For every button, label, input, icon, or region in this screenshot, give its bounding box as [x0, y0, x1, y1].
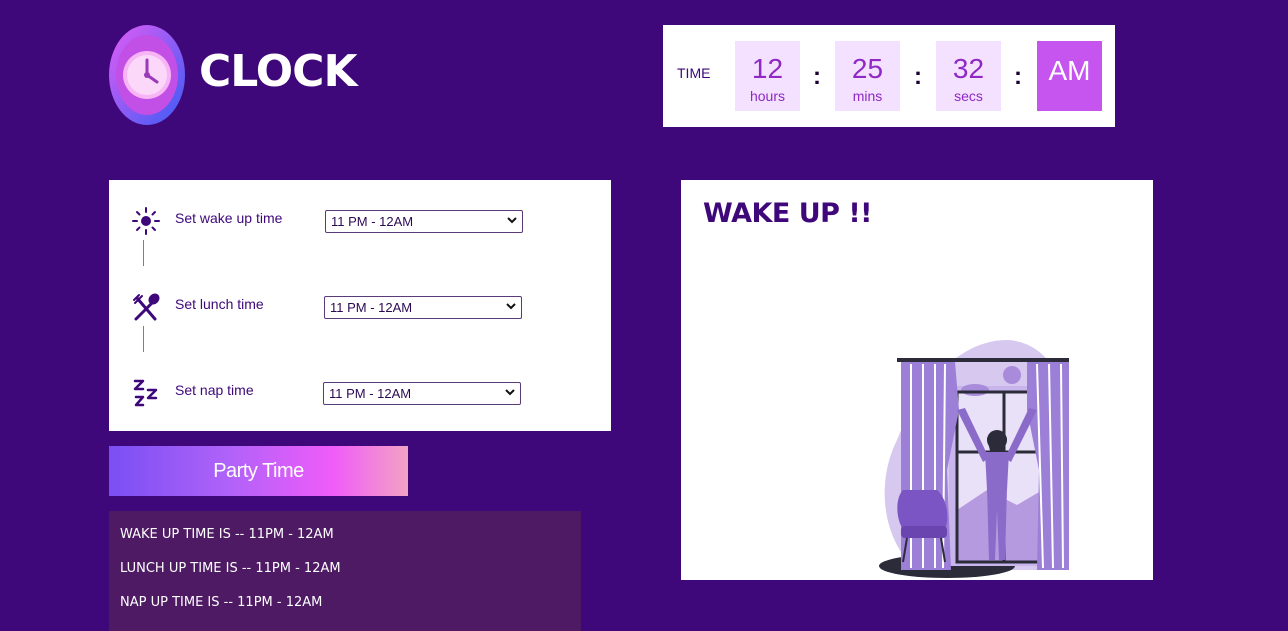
separator: :	[1014, 63, 1022, 90]
fork-spoon-icon	[131, 292, 161, 322]
chevron-down-icon	[507, 217, 517, 224]
lunch-time-value: 11 PM - 12AM	[330, 300, 413, 315]
lunch-row: Set lunch time 11 PM - 12AM	[109, 286, 611, 322]
wake-up-time-select[interactable]: 11 PM - 12AM	[325, 210, 523, 233]
minutes-unit: mins	[852, 88, 883, 104]
nap-label: Set nap time	[175, 382, 254, 398]
lunch-time-select[interactable]: 11 PM - 12AM	[324, 296, 522, 319]
separator: :	[914, 63, 922, 90]
nap-time-select[interactable]: 11 PM - 12AM	[323, 382, 521, 405]
alarm-clock-icon	[108, 24, 188, 126]
app-title: CLOCK	[199, 46, 358, 97]
wake-up-summary: WAKE UP TIME IS -- 11PM - 12AM	[120, 527, 334, 542]
sleep-zzz-icon	[131, 378, 161, 408]
time-label: TIME	[677, 65, 711, 81]
am-pm-indicator: AM	[1037, 41, 1102, 111]
message-panel: WAKE UP !!	[681, 180, 1153, 580]
divider	[143, 240, 144, 266]
chevron-down-icon	[505, 389, 515, 396]
nap-time-value: 11 PM - 12AM	[329, 386, 412, 401]
minutes-value: 25	[851, 53, 884, 84]
wake-up-time-value: 11 PM - 12AM	[331, 214, 414, 229]
schedule-summary: WAKE UP TIME IS -- 11PM - 12AM LUNCH UP …	[109, 511, 581, 631]
lunch-label: Set lunch time	[175, 296, 264, 312]
seconds-unit: secs	[954, 88, 983, 104]
hours-unit: hours	[749, 88, 786, 104]
lunch-summary: LUNCH UP TIME IS -- 11PM - 12AM	[120, 561, 341, 576]
seconds-value: 32	[952, 53, 985, 84]
sun-icon	[131, 206, 161, 236]
minutes-cell: 25 mins	[835, 41, 900, 111]
hours-value: 12	[751, 53, 784, 84]
divider	[143, 326, 144, 352]
woman-opening-curtains-illustration	[877, 330, 1077, 580]
wake-up-row: Set wake up time 11 PM - 12AM	[109, 200, 611, 236]
clock-display: TIME 12 hours : 25 mins : 32 secs : AM	[663, 25, 1115, 127]
separator: :	[813, 63, 821, 90]
hours-cell: 12 hours	[735, 41, 800, 111]
party-time-button[interactable]: Party Time	[109, 446, 408, 496]
seconds-cell: 32 secs	[936, 41, 1001, 111]
wake-up-label: Set wake up time	[175, 210, 283, 226]
nap-row: Set nap time 11 PM - 12AM	[109, 372, 611, 408]
chevron-down-icon	[506, 303, 516, 310]
nap-summary: NAP UP TIME IS -- 11PM - 12AM	[120, 595, 323, 610]
panel-heading: WAKE UP !!	[703, 198, 872, 229]
settings-card: Set wake up time 11 PM - 12AM Set lunch …	[109, 180, 611, 431]
